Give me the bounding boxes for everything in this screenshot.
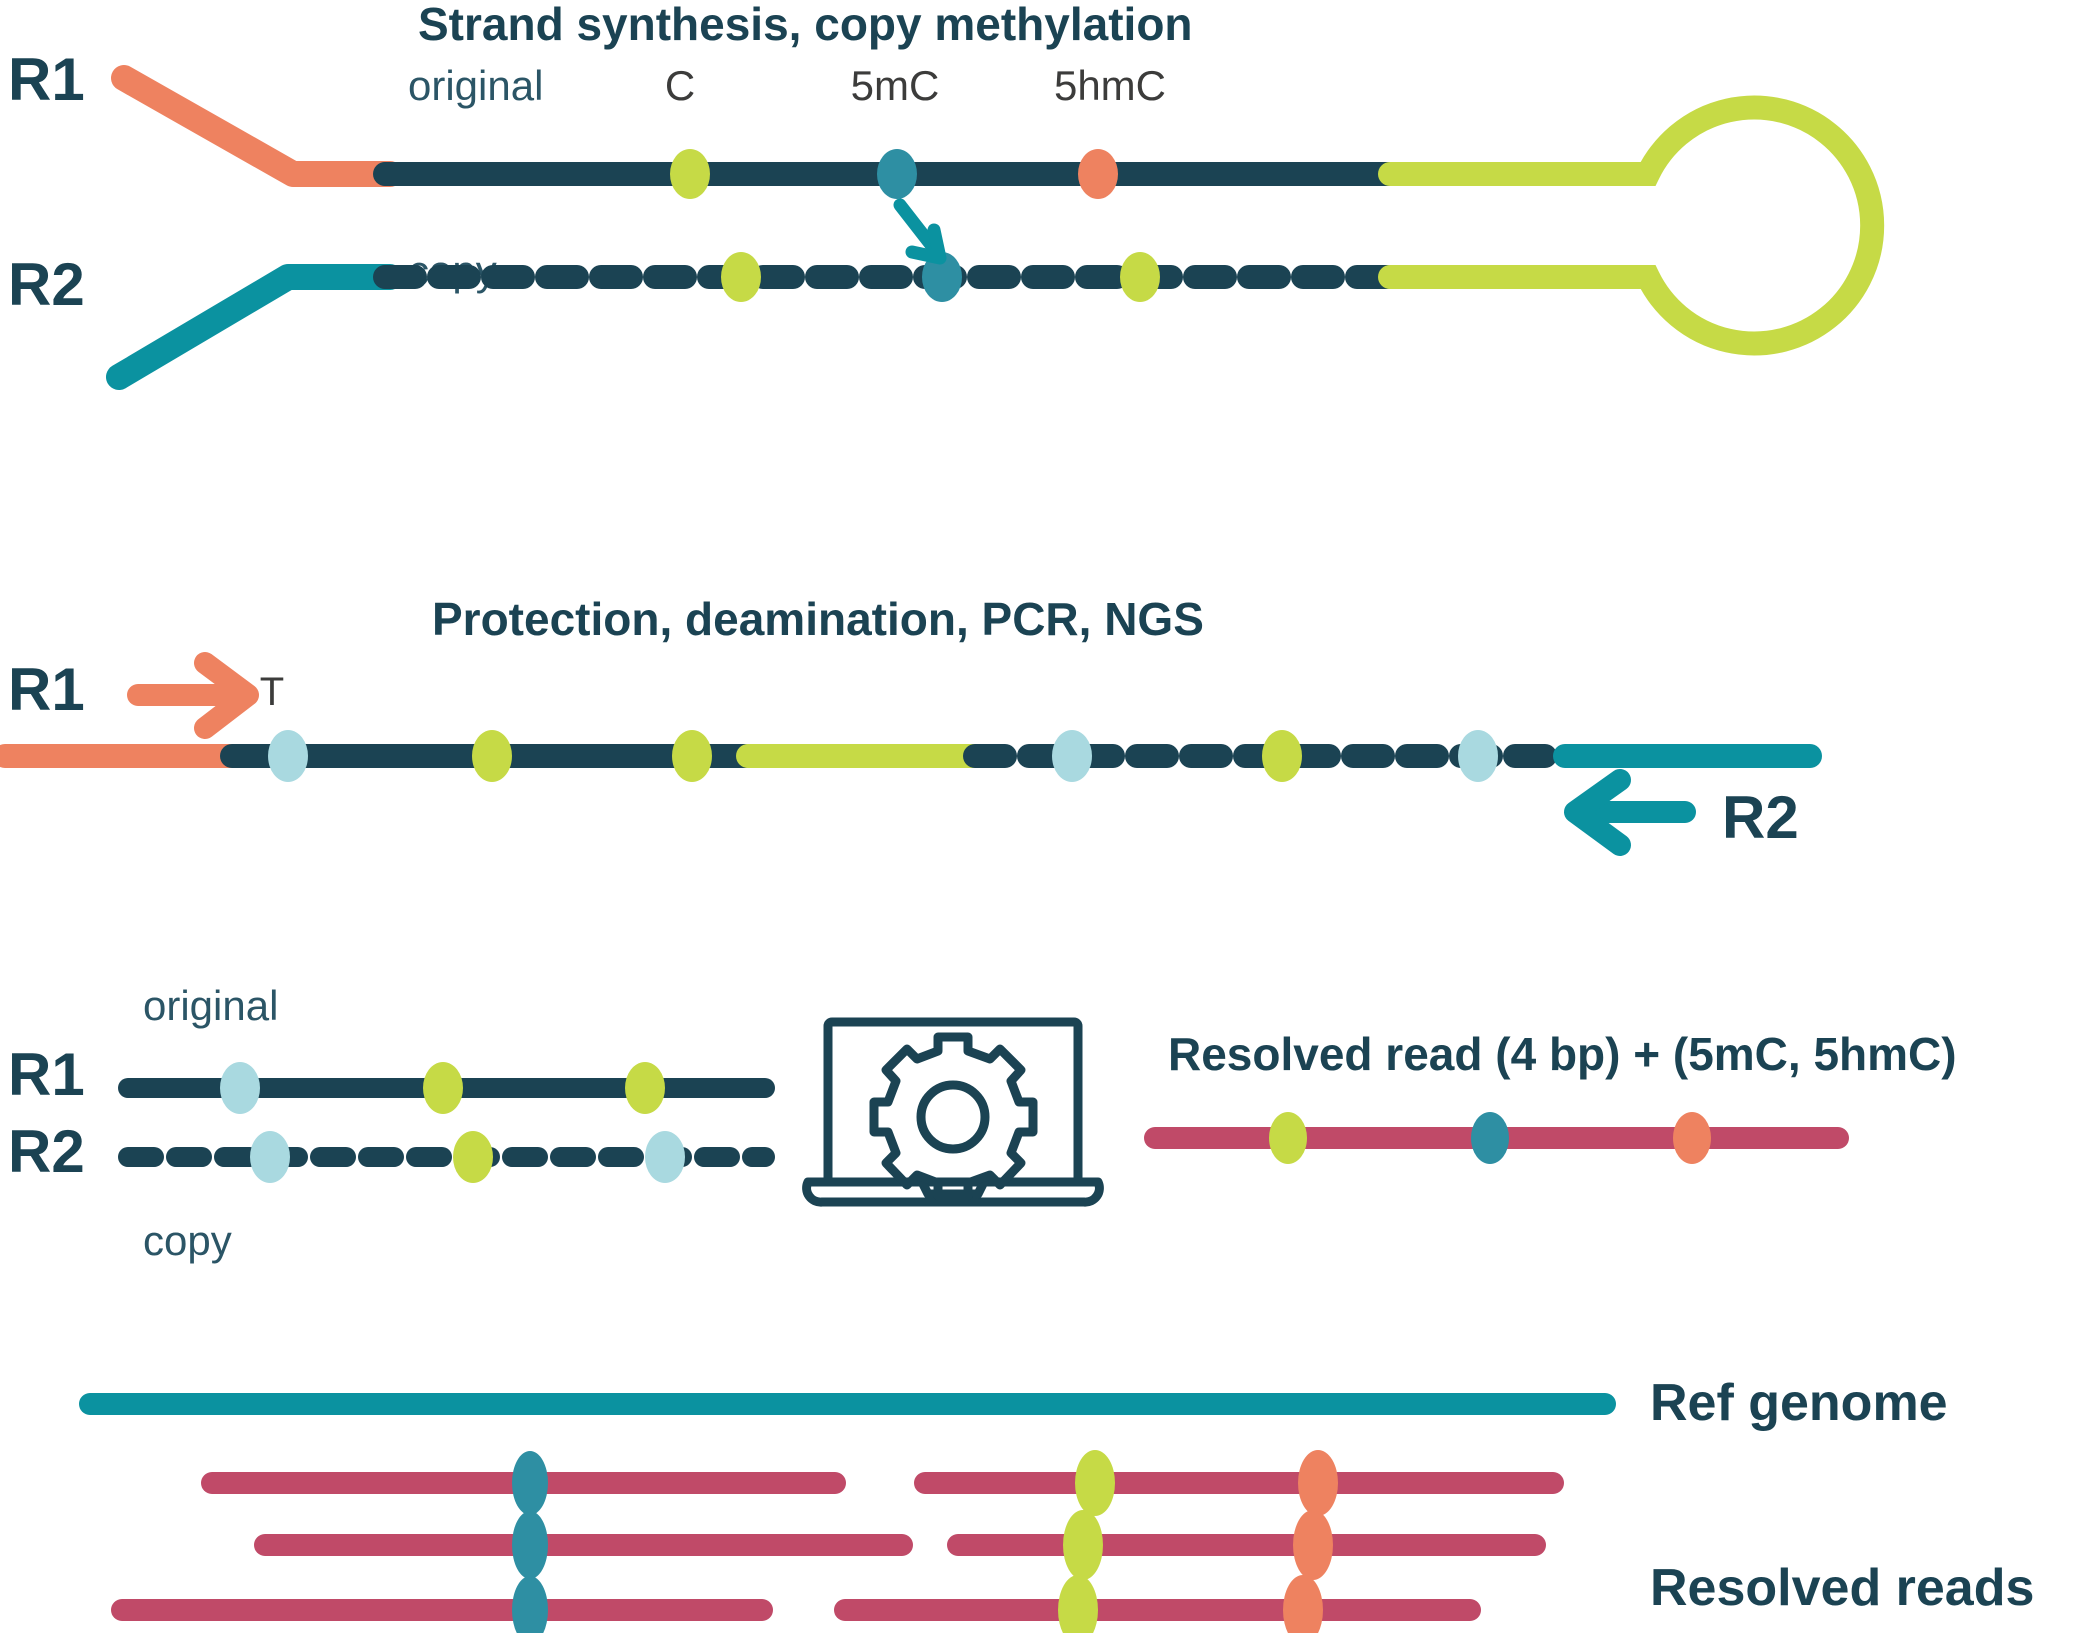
panel4-read1-mark-5hmc <box>1298 1450 1338 1516</box>
panel2-title: Protection, deamination, PCR, NGS <box>432 593 1204 645</box>
figure-canvas: Strand synthesis, copy methylation R1 R2… <box>0 0 2079 1633</box>
laptop-gear-icon <box>802 1017 1104 1207</box>
panel4-read2-mark-c <box>1063 1510 1103 1580</box>
workflow-diagram: Strand synthesis, copy methylation R1 R2… <box>0 0 2034 1633</box>
panel4-read3-mark-c <box>1058 1575 1098 1633</box>
panel3-copy-mark-2 <box>453 1131 493 1183</box>
panel4-read2-mark-5hmc <box>1293 1510 1333 1580</box>
panel4-read-row-2 <box>254 1510 1546 1580</box>
panel4-read1-mark-c <box>1075 1450 1115 1516</box>
gear-inner-circle-icon <box>916 1080 990 1154</box>
panel1-original-mark-5mc <box>877 149 917 199</box>
panel3-r1-label: R1 <box>8 1041 85 1108</box>
panel2-deaminated-base-label: T <box>260 670 284 714</box>
panel1-base-label-5hmc: 5hmC <box>1054 62 1166 109</box>
panel1-base-label-5mc: 5mC <box>851 62 940 109</box>
gear-outer-icon <box>869 1032 1038 1201</box>
panel1-r1-adapter-arm <box>111 65 403 187</box>
panel2-mark-4 <box>1052 730 1092 782</box>
panel1-original-label: original <box>408 62 543 109</box>
panel4-read3-mark-5hmc <box>1283 1575 1323 1633</box>
panel1-r2-label: R2 <box>8 251 85 318</box>
panel1-copy-mark-c1 <box>721 252 761 302</box>
panel3-original-mark-1 <box>220 1062 260 1114</box>
panel3-copy-mark-1 <box>250 1131 290 1183</box>
panel1-original-mark-c <box>670 149 710 199</box>
panel2-mark-6 <box>1458 730 1498 782</box>
panel2-r2-label: R2 <box>1722 784 1799 851</box>
panel3-original-mark-2 <box>423 1062 463 1114</box>
panel1-original-mark-5hmc <box>1078 149 1118 199</box>
panel4-read2-mark-5mc <box>512 1511 548 1579</box>
panel3-r2-label: R2 <box>8 1118 85 1185</box>
panel1-base-label-c: C <box>665 62 695 109</box>
panel3-resolved-mark-5hmc <box>1673 1112 1711 1164</box>
panel4-read-row-1 <box>201 1450 1564 1516</box>
panel4-read-row-3 <box>111 1575 1481 1633</box>
panel3-original-mark-3 <box>625 1062 665 1114</box>
panel3-resolved-title: Resolved read (4 bp) + (5mC, 5hmC) <box>1168 1028 1957 1080</box>
panel1-hairpin-adapter <box>1378 95 1885 356</box>
panel2-mark-1 <box>268 730 308 782</box>
laptop-screen-icon <box>823 1017 1083 1187</box>
panel3-copy-label: copy <box>143 1217 232 1264</box>
panel3-original-label: original <box>143 982 278 1029</box>
panel4-read3-mark-5mc <box>512 1576 548 1633</box>
panel1-title: Strand synthesis, copy methylation <box>418 0 1193 50</box>
panel1-r2-adapter-arm <box>106 264 403 390</box>
panel2-mark-2 <box>472 730 512 782</box>
panel1-r1-label: R1 <box>8 46 85 113</box>
panel1-copy-mark-c2 <box>1120 252 1160 302</box>
panel3-copy-mark-3 <box>645 1131 685 1183</box>
panel2-mark-5 <box>1262 730 1302 782</box>
panel2-r1-label: R1 <box>8 656 85 723</box>
panel4-resolved-reads-label: Resolved reads <box>1650 1559 2034 1617</box>
panel3-resolved-mark-c <box>1269 1112 1307 1164</box>
panel4-read1-mark-5mc <box>512 1451 548 1515</box>
panel3-resolved-mark-5mc <box>1471 1112 1509 1164</box>
panel2-mark-3 <box>672 730 712 782</box>
panel4-ref-genome-label: Ref genome <box>1650 1374 1948 1432</box>
